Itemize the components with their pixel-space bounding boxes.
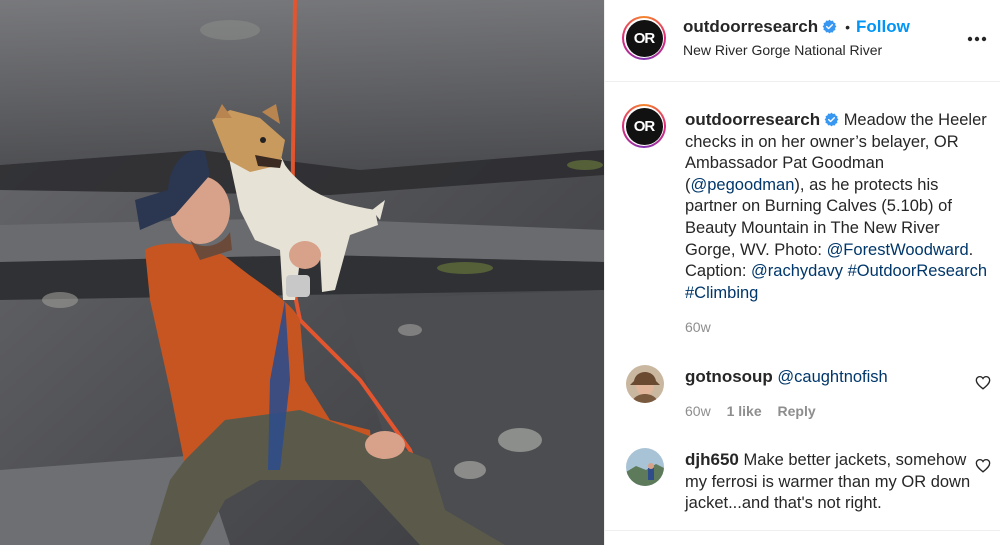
post-header: OR outdoorresearch • Follow New River Gor… xyxy=(605,0,1000,82)
comment-likes[interactable]: 1 like xyxy=(727,403,762,419)
comment-timestamp[interactable]: 60w xyxy=(685,403,711,419)
instagram-post: OR outdoorresearch • Follow New River Gor… xyxy=(0,0,1000,546)
more-options-icon[interactable] xyxy=(967,36,987,42)
mention-link[interactable]: @caughtnofish xyxy=(777,368,887,386)
header-username[interactable]: outdoorresearch xyxy=(683,17,818,36)
header-title-row: outdoorresearch • Follow xyxy=(683,17,910,37)
post-location[interactable]: New River Gorge National River xyxy=(683,42,882,58)
post-photo[interactable] xyxy=(0,0,604,545)
comment-meta: 60w 1 like Reply xyxy=(685,403,816,419)
comment-avatar[interactable] xyxy=(626,448,664,486)
hashtag-link[interactable]: #OutdoorResearch xyxy=(848,262,987,280)
caption-avatar[interactable]: OR xyxy=(622,104,666,148)
user-photo-icon xyxy=(626,365,664,403)
post-side-panel: OR outdoorresearch • Follow New River Gor… xyxy=(604,0,1000,546)
comment-2: djh650 Make better jackets, somehow my f… xyxy=(685,449,975,515)
comment-avatar[interactable] xyxy=(626,365,664,403)
caption-timestamp[interactable]: 60w xyxy=(685,319,711,335)
user-photo-icon xyxy=(626,448,664,486)
hashtag-link[interactable]: #Climbing xyxy=(685,284,758,302)
heart-outline-icon[interactable] xyxy=(975,375,991,390)
comment-username[interactable]: djh650 xyxy=(685,450,739,469)
comment-1: gotnosoup @caughtnofish xyxy=(685,366,975,389)
brand-logo: OR xyxy=(625,107,663,145)
caption-username[interactable]: outdoorresearch xyxy=(685,110,820,129)
heart-outline-icon[interactable] xyxy=(975,458,991,473)
reply-button[interactable]: Reply xyxy=(778,403,816,419)
follow-button[interactable]: Follow xyxy=(856,17,910,36)
separator-dot: • xyxy=(845,19,850,35)
brand-logo: OR xyxy=(625,19,663,57)
verified-badge-icon xyxy=(824,112,839,127)
comments-bottom-edge xyxy=(605,530,1000,546)
comment-username[interactable]: gotnosoup xyxy=(685,367,773,386)
climbing-scene-illustration xyxy=(0,0,604,545)
mention-link[interactable]: @rachydavy xyxy=(751,262,843,280)
mention-link[interactable]: @pegoodman xyxy=(691,176,795,194)
mention-link[interactable]: @ForestWoodward xyxy=(827,241,969,259)
profile-avatar[interactable]: OR xyxy=(622,16,666,60)
verified-badge-icon xyxy=(822,19,837,34)
post-caption: outdoorresearch Meadow the Heeler checks… xyxy=(685,109,990,304)
